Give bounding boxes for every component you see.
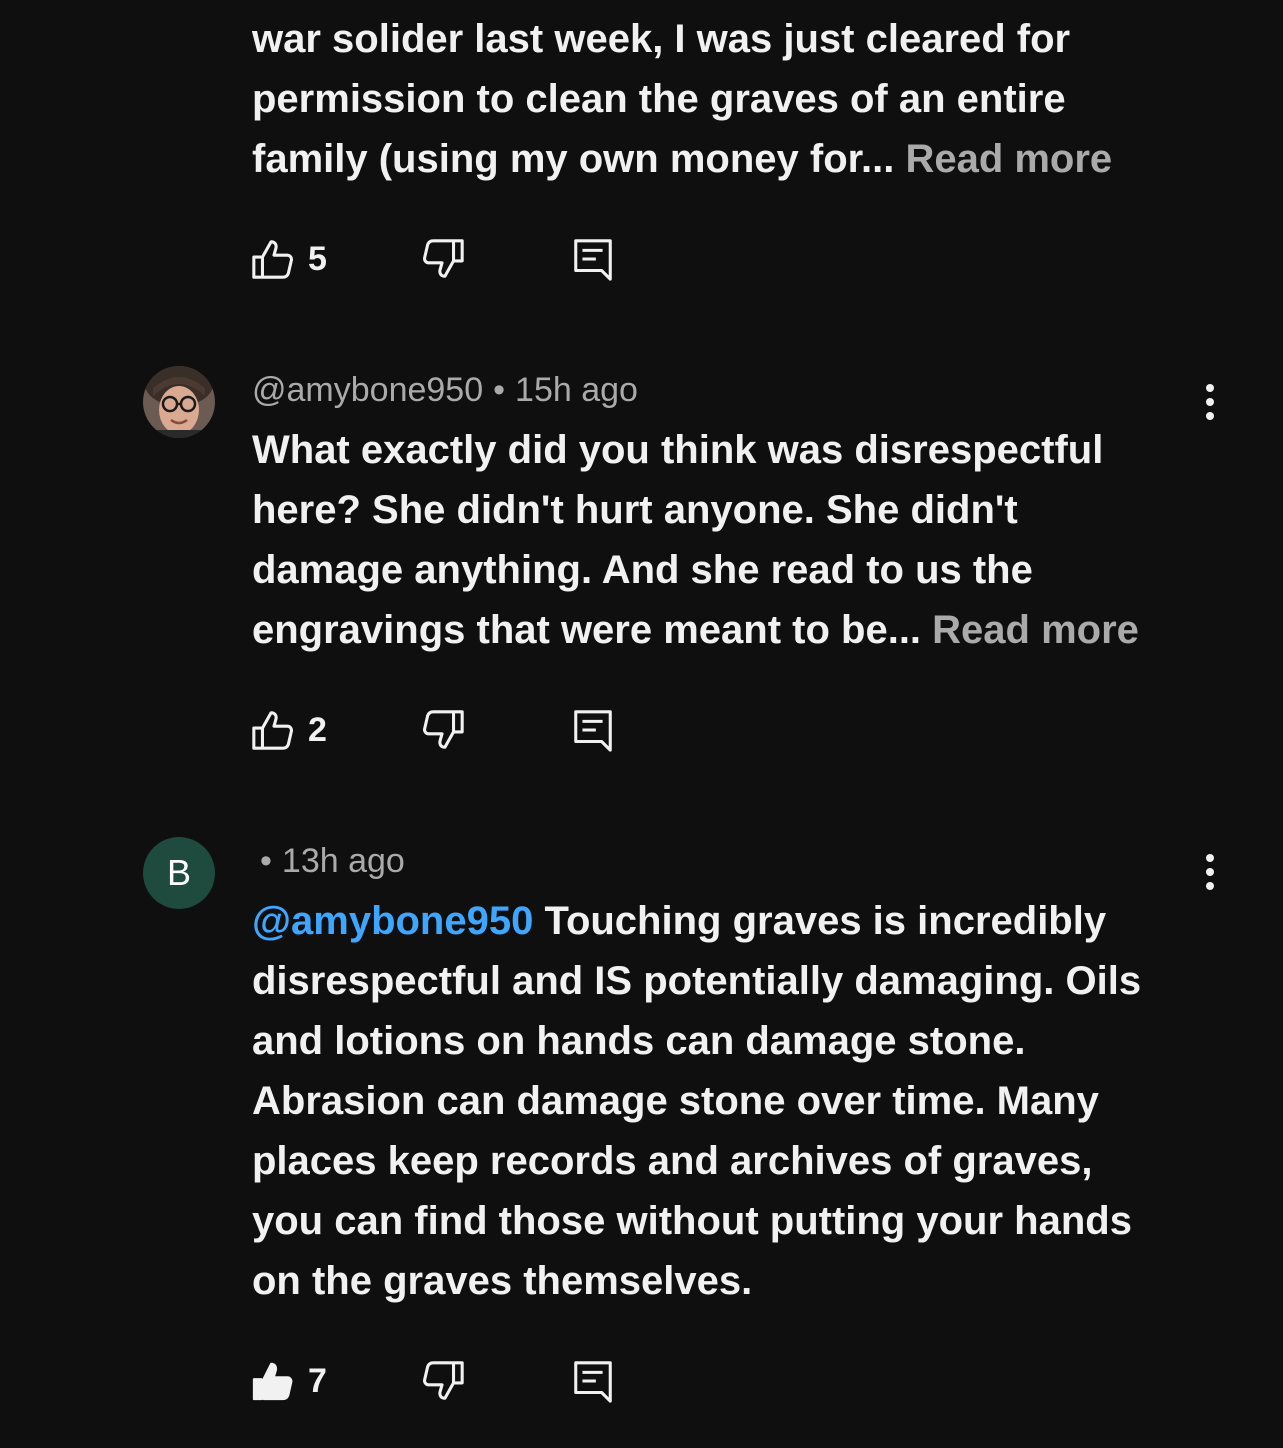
- comment-body-line: disrespectful and IS potentially damagin…: [252, 959, 1142, 1003]
- thumb-up-icon: [250, 236, 296, 282]
- reply-icon: [570, 236, 616, 282]
- like-count: 5: [308, 239, 327, 278]
- comment-meta: @amybone950 • 15h ago: [252, 368, 638, 412]
- comment-body-line: you can find those without putting your …: [252, 1199, 1132, 1243]
- reply-icon: [570, 707, 616, 753]
- comment-body-line: Abrasion can damage stone over time. Man…: [252, 1079, 1099, 1123]
- comment-timestamp[interactable]: 13h ago: [282, 842, 405, 880]
- comment-body-line: family (using my own money for... Read m…: [252, 129, 1212, 189]
- more-vert-icon-dot: [1206, 882, 1214, 890]
- more-vert-icon: [1206, 854, 1214, 862]
- comment-body-line: places keep records and archives of grav…: [252, 1139, 1093, 1183]
- comment-body-line: damage anything. And she read to us the: [252, 548, 1033, 592]
- comment-body-line: and lotions on hands can damage stone.: [252, 1019, 1026, 1063]
- comment-body-text: Touching graves is incredibly: [533, 899, 1107, 943]
- like-button[interactable]: 5: [250, 234, 327, 284]
- like-button[interactable]: 2: [250, 705, 327, 755]
- comment-body-line: here? She didn't hurt anyone. She didn't: [252, 488, 1018, 532]
- comment-body: war solider last week, I was just cleare…: [252, 9, 1212, 189]
- read-more-link[interactable]: Read more: [932, 608, 1139, 652]
- thumb-down-icon: [420, 1358, 466, 1404]
- more-vert-icon-dot: [1206, 398, 1214, 406]
- more-vert-icon: [1206, 384, 1214, 392]
- like-count: 2: [308, 710, 327, 749]
- user-photo-avatar-icon: [143, 366, 215, 438]
- comment-meta: • 13h ago: [252, 839, 405, 883]
- thumb-down-icon: [420, 707, 466, 753]
- separator-dot: •: [493, 371, 506, 409]
- like-count: 7: [308, 1361, 327, 1400]
- comment-body-line: engravings that were meant to be... Read…: [252, 600, 1212, 660]
- comment-body: What exactly did you think was disrespec…: [252, 420, 1212, 660]
- avatar-letter: B: [166, 852, 191, 893]
- avatar[interactable]: B: [143, 837, 215, 909]
- comment-body-text: engravings that were meant to be...: [252, 608, 933, 652]
- more-vert-icon-dot: [1206, 868, 1214, 876]
- reply-button[interactable]: [570, 705, 616, 755]
- avatar[interactable]: [143, 366, 215, 438]
- dislike-button[interactable]: [420, 1356, 466, 1406]
- separator-dot: •: [260, 842, 272, 880]
- like-button[interactable]: 7: [250, 1356, 327, 1406]
- thumb-up-filled-icon: [250, 1358, 296, 1404]
- read-more-link[interactable]: Read more: [905, 137, 1112, 181]
- comment-timestamp[interactable]: 15h ago: [515, 371, 638, 409]
- dislike-button[interactable]: [420, 234, 466, 284]
- thumb-down-icon: [420, 236, 466, 282]
- reply-button[interactable]: [570, 1356, 616, 1406]
- reply-button[interactable]: [570, 234, 616, 284]
- reply-icon: [570, 1358, 616, 1404]
- mention-link[interactable]: @amybone950: [252, 899, 533, 943]
- comment-author[interactable]: @amybone950: [252, 371, 483, 409]
- comment-body: @amybone950 Touching graves is incredibl…: [252, 891, 1212, 1311]
- comment-body-text: family (using my own money for...: [252, 137, 906, 181]
- more-vert-icon-dot: [1206, 412, 1214, 420]
- comment-body-line: on the graves themselves.: [252, 1259, 753, 1303]
- comment-body-line: What exactly did you think was disrespec…: [252, 428, 1104, 472]
- dislike-button[interactable]: [420, 705, 466, 755]
- comment-body-line: war solider last week, I was just cleare…: [252, 17, 1071, 61]
- comment-body-line: @amybone950 Touching graves is incredibl…: [252, 891, 1212, 951]
- thumb-up-icon: [250, 707, 296, 753]
- comment-body-line: permission to clean the graves of an ent…: [252, 77, 1066, 121]
